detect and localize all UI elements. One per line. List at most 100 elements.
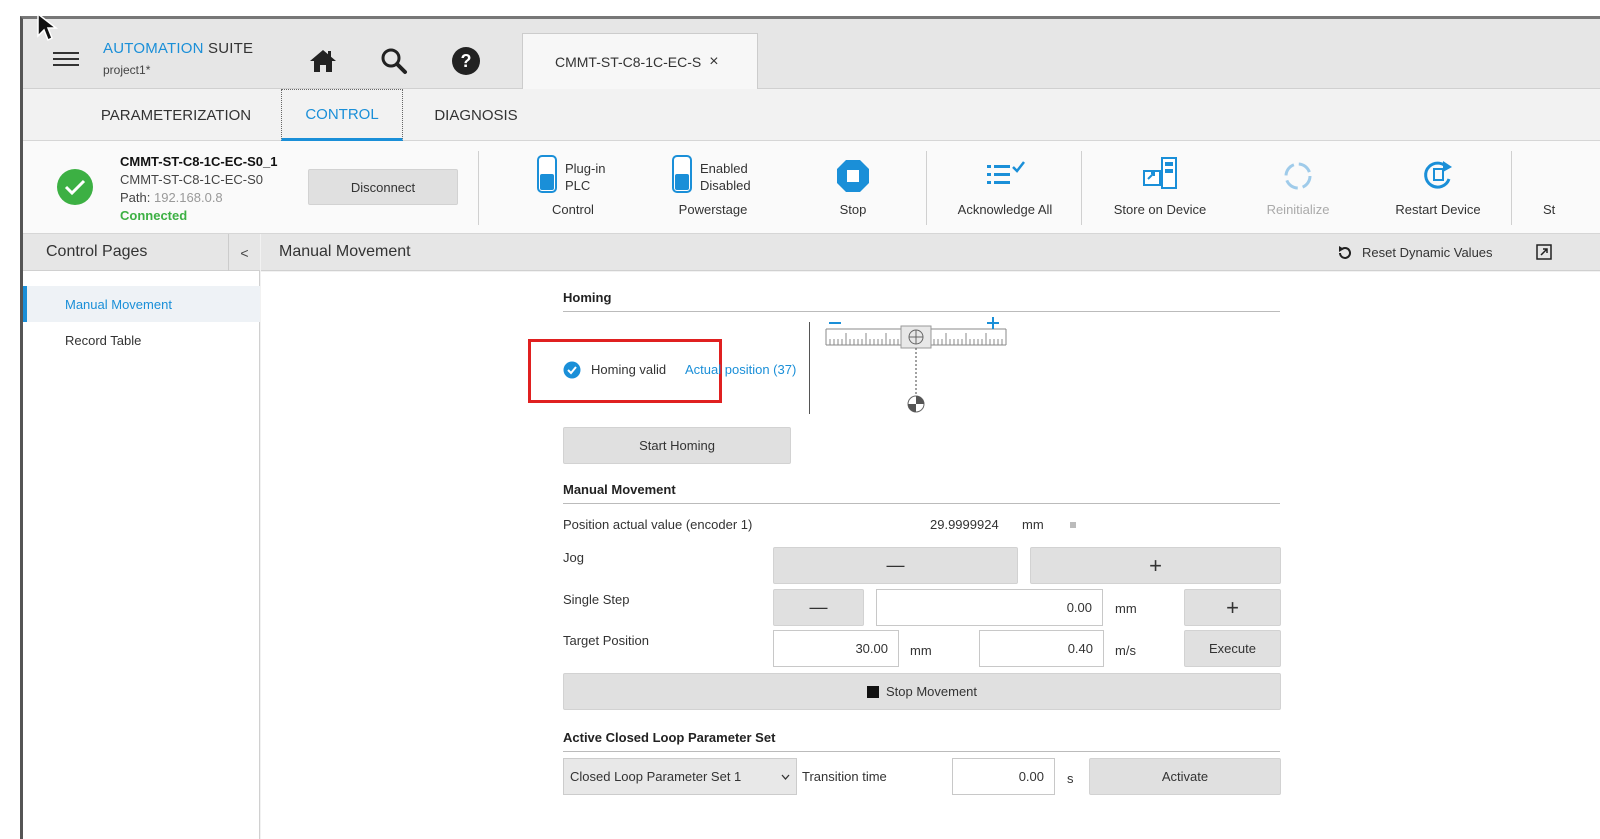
page-header: Manual Movement Reset Dynamic Values	[261, 234, 1600, 271]
jog-minus-button[interactable]: —	[773, 547, 1018, 584]
popout-icon[interactable]	[1536, 244, 1552, 260]
tab-diagnosis[interactable]: DIAGNOSIS	[421, 89, 531, 141]
device-type: CMMT-ST-C8-1C-EC-S0	[120, 172, 264, 187]
close-tab-icon[interactable]: ×	[709, 53, 718, 71]
transition-time-label: Transition time	[802, 769, 887, 784]
jog-plus-button[interactable]: +	[1030, 547, 1281, 584]
reset-dynamic-values-button[interactable]: Reset Dynamic Values	[1337, 234, 1493, 271]
stop-movement-button[interactable]: Stop Movement	[563, 673, 1281, 710]
position-unit: mm	[1022, 517, 1044, 532]
position-status-indicator	[1070, 522, 1076, 528]
project-name: project1*	[103, 63, 151, 77]
tab-control[interactable]: CONTROL	[281, 89, 403, 141]
execute-button[interactable]: Execute	[1184, 630, 1281, 667]
sidebar-item-record-table[interactable]: Record Table	[23, 322, 260, 358]
acknowledge-label: Acknowledge All	[957, 202, 1053, 217]
activate-button[interactable]: Activate	[1089, 758, 1281, 795]
collapse-sidebar-icon[interactable]: <	[228, 234, 260, 271]
control-label: Control	[552, 202, 594, 217]
target-position-unit: mm	[910, 643, 932, 658]
sidebar-title-text: Control Pages	[46, 243, 148, 260]
store-on-device-button[interactable]: Store on Device	[1098, 141, 1222, 234]
stop-button[interactable]: Stop	[818, 141, 888, 234]
position-scale-graphic	[825, 317, 1007, 413]
transition-time-input[interactable]: 0.00	[952, 758, 1055, 795]
toggle-switch-icon	[537, 155, 557, 193]
stop-square-icon	[866, 685, 879, 698]
toolbar-cut-item[interactable]: St	[1543, 141, 1583, 234]
velocity-unit: m/s	[1115, 643, 1136, 658]
target-position-label: Target Position	[563, 633, 649, 648]
powerstage-label: Powerstage	[678, 202, 748, 217]
svg-text:?: ?	[461, 51, 472, 71]
actual-position-link[interactable]: Actual position (37)	[685, 362, 796, 377]
device-toolbar: CMMT-ST-C8-1C-EC-S0_1 CMMT-ST-C8-1C-EC-S…	[23, 141, 1600, 234]
manual-movement-section-title: Manual Movement	[563, 482, 676, 497]
homing-valid-check-icon	[563, 361, 581, 379]
home-icon[interactable]	[307, 45, 339, 77]
powerstage-states: Enabled Disabled	[700, 160, 751, 194]
control-state-1: Plug-in	[565, 161, 606, 176]
store-device-icon	[1143, 157, 1177, 189]
brand-suite: SUITE	[208, 40, 254, 57]
step-minus-button[interactable]: —	[773, 589, 864, 626]
title-bar: AUTOMATION SUITE project1* ? CMMT-ST-C8-…	[23, 19, 1600, 90]
disconnect-button[interactable]: Disconnect	[308, 169, 458, 205]
manual-movement-panel: Homing Homing valid Actual position (37)	[261, 272, 1600, 839]
acknowledge-list-icon	[987, 161, 1025, 184]
target-position-input[interactable]: 30.00	[773, 630, 899, 667]
mouse-cursor-icon	[37, 12, 58, 42]
control-state-2: PLC	[565, 178, 591, 193]
store-label: Store on Device	[1113, 202, 1207, 217]
stop-label: Stop	[839, 202, 867, 217]
stop-movement-label: Stop Movement	[885, 684, 978, 699]
position-actual-label: Position actual value (encoder 1)	[563, 517, 753, 532]
reinitialize-button[interactable]: Reinitialize	[1248, 141, 1348, 234]
velocity-input[interactable]: 0.40	[979, 630, 1104, 667]
app-brand: AUTOMATION SUITE	[103, 40, 253, 57]
reset-icon	[1339, 245, 1351, 259]
homing-divider	[809, 322, 810, 414]
chevron-down-icon	[781, 774, 790, 780]
step-unit: mm	[1115, 601, 1137, 616]
powerstage-state-2: Disabled	[700, 178, 751, 193]
help-icon[interactable]: ?	[450, 45, 482, 77]
closed-loop-section-title: Active Closed Loop Parameter Set	[563, 730, 776, 745]
hamburger-menu-icon[interactable]	[53, 52, 79, 66]
main-tabs: PARAMETERIZATION CONTROL DIAGNOSIS	[23, 89, 1600, 141]
device-path: Path: 192.168.0.8	[120, 190, 223, 205]
single-step-label: Single Step	[563, 592, 630, 607]
sidebar-title: Control Pages <	[23, 234, 260, 271]
search-icon[interactable]	[378, 45, 410, 77]
tab-parameterization[interactable]: PARAMETERIZATION	[91, 89, 261, 141]
device-tab[interactable]: CMMT-ST-C8-1C-EC-S ×	[522, 33, 758, 90]
acknowledge-all-button[interactable]: Acknowledge All	[943, 141, 1067, 234]
path-value: 192.168.0.8	[153, 190, 223, 205]
connection-status: Connected	[120, 208, 188, 223]
homing-section-title: Homing	[563, 290, 612, 305]
restart-icon	[1424, 161, 1452, 189]
closed-loop-select[interactable]: Closed Loop Parameter Set 1	[563, 758, 797, 795]
toolbar-cut-label: St	[1543, 202, 1556, 217]
transition-time-unit: s	[1067, 771, 1074, 786]
brand-main: AUTOMATION	[103, 40, 204, 57]
powerstage-toggle[interactable]: Enabled Disabled Powerstage	[663, 141, 763, 234]
stop-icon	[837, 160, 869, 192]
connected-check-icon	[57, 169, 93, 205]
control-toggle[interactable]: Plug-in PLC Control	[523, 141, 623, 234]
app-window: AUTOMATION SUITE project1* ? CMMT-ST-C8-…	[20, 16, 1600, 839]
restart-label: Restart Device	[1395, 202, 1481, 217]
jog-label: Jog	[563, 550, 584, 565]
start-homing-button[interactable]: Start Homing	[563, 427, 791, 464]
step-plus-button[interactable]: +	[1184, 589, 1281, 626]
position-actual-value: 29.9999924	[930, 517, 999, 532]
restart-device-button[interactable]: Restart Device	[1383, 141, 1493, 234]
reset-label: Reset Dynamic Values	[1362, 245, 1493, 260]
homing-valid-label: Homing valid	[591, 362, 667, 377]
page-title: Manual Movement	[279, 243, 411, 260]
toggle-switch-icon	[672, 155, 692, 193]
single-step-input[interactable]: 0.00	[876, 589, 1103, 626]
sidebar-item-manual-movement[interactable]: Manual Movement	[23, 286, 260, 322]
powerstage-state-1: Enabled	[700, 161, 748, 176]
closed-loop-selected: Closed Loop Parameter Set 1	[570, 769, 742, 784]
